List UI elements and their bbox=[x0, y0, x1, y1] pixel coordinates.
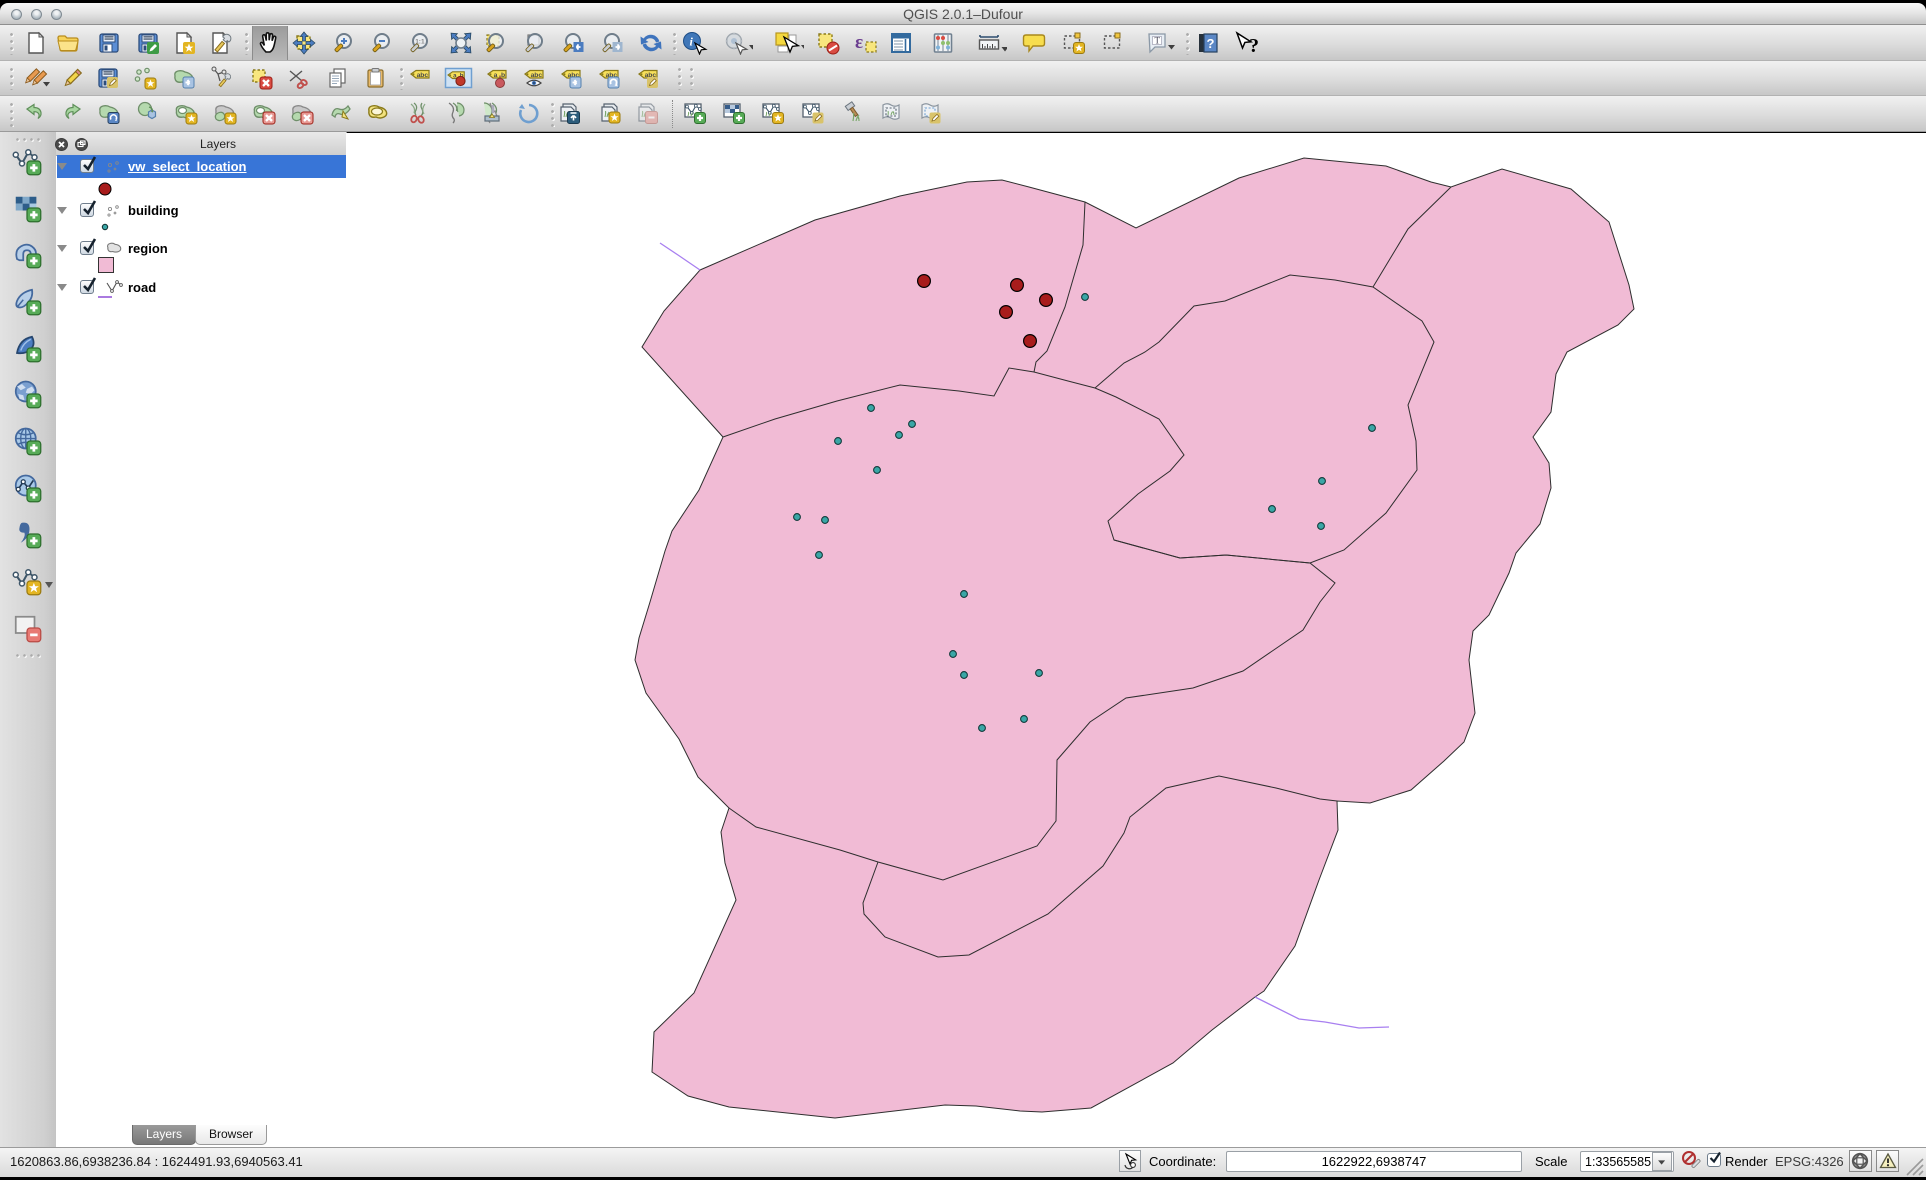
svg-text:ε: ε bbox=[855, 32, 863, 53]
svg-text:?: ? bbox=[1207, 36, 1215, 51]
svg-text:abc: abc bbox=[417, 72, 429, 79]
svg-text:T: T bbox=[1155, 36, 1161, 46]
svg-text:1:1: 1:1 bbox=[415, 39, 425, 46]
svg-text:?: ? bbox=[1249, 35, 1259, 55]
svg-text:abc: abc bbox=[531, 72, 543, 79]
